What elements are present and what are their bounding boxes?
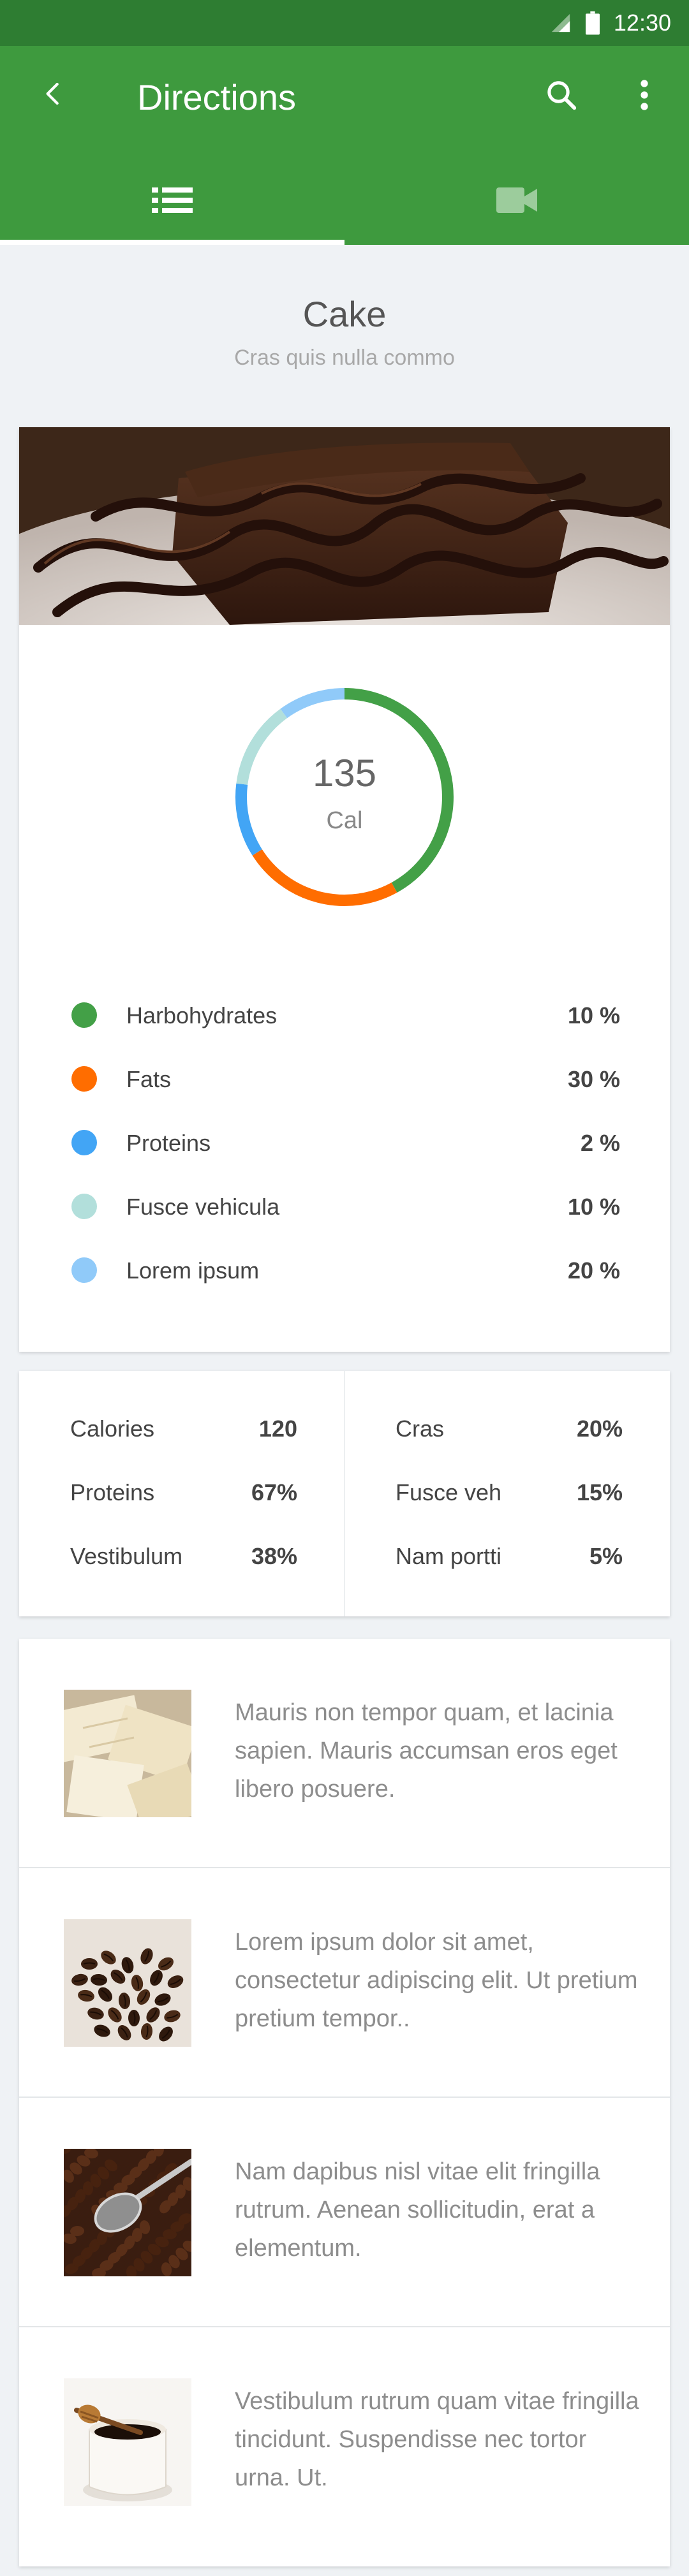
stat-row: Calories 120 xyxy=(19,1409,344,1473)
stat-label: Nam portti xyxy=(396,1543,502,1569)
status-bar: 12:30 xyxy=(0,0,689,46)
legend-dot xyxy=(71,1257,97,1283)
legend-dot xyxy=(71,1194,97,1219)
list-item[interactable]: Nam dapibus nisl vitae elit fringilla ru… xyxy=(19,2098,670,2327)
direction-text: Nam dapibus nisl vitae elit fringilla ru… xyxy=(235,2158,600,2262)
list-item[interactable]: Vestibulum rutrum quam vitae fringilla t… xyxy=(19,2327,670,2557)
stats-column-left: Calories 120 Proteins 67% Vestibulum 38% xyxy=(19,1409,344,1600)
stats-card: Calories 120 Proteins 67% Vestibulum 38%… xyxy=(19,1371,670,1616)
nutrition-legend: Harbohydrates 10 % Fats 30 % Proteins 2 … xyxy=(19,982,670,1301)
direction-text: Mauris non tempor quam, et lacinia sapie… xyxy=(235,1699,618,1803)
legend-dot xyxy=(71,1130,97,1155)
status-time: 12:30 xyxy=(613,10,671,36)
stat-row: Fusce veh 15% xyxy=(344,1473,670,1537)
search-icon xyxy=(547,81,577,110)
battery-icon xyxy=(585,11,600,35)
calorie-unit: Cal xyxy=(326,807,363,834)
stat-value: 15% xyxy=(576,1479,623,1505)
donut-ring xyxy=(235,688,454,906)
stat-value: 67% xyxy=(251,1479,297,1505)
search-button[interactable] xyxy=(539,73,584,117)
stat-value: 120 xyxy=(258,1416,297,1442)
stat-label: Fusce veh xyxy=(396,1479,502,1505)
stat-value: 5% xyxy=(589,1543,623,1569)
back-button[interactable] xyxy=(31,71,75,116)
donut-segment xyxy=(280,688,345,719)
honey-jar-thumbnail xyxy=(64,2378,191,2506)
calorie-donut-chart: 135 Cal xyxy=(230,682,459,912)
legend-label: Fusce vehicula xyxy=(126,1194,280,1220)
donut-segment xyxy=(252,849,397,906)
recipe-title: Cake xyxy=(302,294,387,334)
legend-percent: 10 % xyxy=(567,1194,620,1220)
legend-label: Lorem ipsum xyxy=(126,1257,260,1284)
list-item[interactable]: Mauris non tempor quam, et lacinia sapie… xyxy=(19,1639,670,1868)
stat-label: Proteins xyxy=(70,1479,155,1505)
white-chocolate-thumbnail xyxy=(64,1690,191,1817)
more-options-button[interactable] xyxy=(622,73,667,117)
legend-dot xyxy=(71,1066,97,1092)
videocam-icon xyxy=(496,187,537,213)
legend-percent: 2 % xyxy=(580,1130,620,1156)
legend-label: Fats xyxy=(126,1066,172,1092)
legend-dot xyxy=(71,1002,97,1028)
stats-column-right: Cras 20% Fusce veh 15% Nam portti 5% xyxy=(344,1409,670,1600)
legend-percent: 10 % xyxy=(567,1002,620,1028)
stat-label: Cras xyxy=(396,1416,445,1442)
list-item[interactable]: Lorem ipsum dolor sit amet, consectetur … xyxy=(19,1868,670,2098)
list-icon xyxy=(152,187,193,213)
tab-bar xyxy=(0,156,689,245)
stat-value: 38% xyxy=(251,1543,297,1569)
legend-label: Proteins xyxy=(126,1130,211,1156)
nutrition-card: 135 Cal Harbohydrates 10 % Fats 30 % Pro… xyxy=(19,427,670,1352)
legend-row: Proteins 2 % xyxy=(19,1109,670,1173)
legend-row: Fats 30 % xyxy=(19,1046,670,1109)
legend-label: Harbohydrates xyxy=(126,1002,278,1028)
direction-text: Lorem ipsum dolor sit amet, consectetur … xyxy=(235,1929,638,2032)
legend-row: Fusce vehicula 10 % xyxy=(19,1173,670,1237)
recipe-subtitle: Cras quis nulla commo xyxy=(234,346,455,370)
stat-row: Vestibulum 38% xyxy=(19,1537,344,1600)
direction-text: Vestibulum rutrum quam vitae fringilla t… xyxy=(235,2388,639,2491)
stat-row: Nam portti 5% xyxy=(344,1537,670,1600)
tab-video[interactable] xyxy=(344,156,689,245)
legend-percent: 20 % xyxy=(567,1257,620,1284)
stat-value: 20% xyxy=(576,1416,623,1442)
tab-directions-list[interactable] xyxy=(0,156,344,245)
stat-row: Proteins 67% xyxy=(19,1473,344,1537)
signal-icon xyxy=(551,13,570,33)
legend-row: Lorem ipsum 20 % xyxy=(19,1237,670,1301)
directions-list: Mauris non tempor quam, et lacinia sapie… xyxy=(19,1639,670,2566)
stat-label: Vestibulum xyxy=(70,1543,183,1569)
stat-row: Cras 20% xyxy=(344,1409,670,1473)
legend-row: Harbohydrates 10 % xyxy=(19,982,670,1046)
coffee-scoop-thumbnail xyxy=(64,2149,191,2276)
stat-label: Calories xyxy=(70,1416,155,1442)
legend-percent: 30 % xyxy=(567,1066,620,1092)
calorie-value: 135 xyxy=(312,752,377,794)
page-title: Directions xyxy=(137,77,296,117)
more-vert-icon xyxy=(641,80,648,110)
cake-photo xyxy=(19,427,670,625)
back-arrow-icon xyxy=(46,82,59,105)
coffee-beans-thumbnail xyxy=(64,1919,191,2047)
